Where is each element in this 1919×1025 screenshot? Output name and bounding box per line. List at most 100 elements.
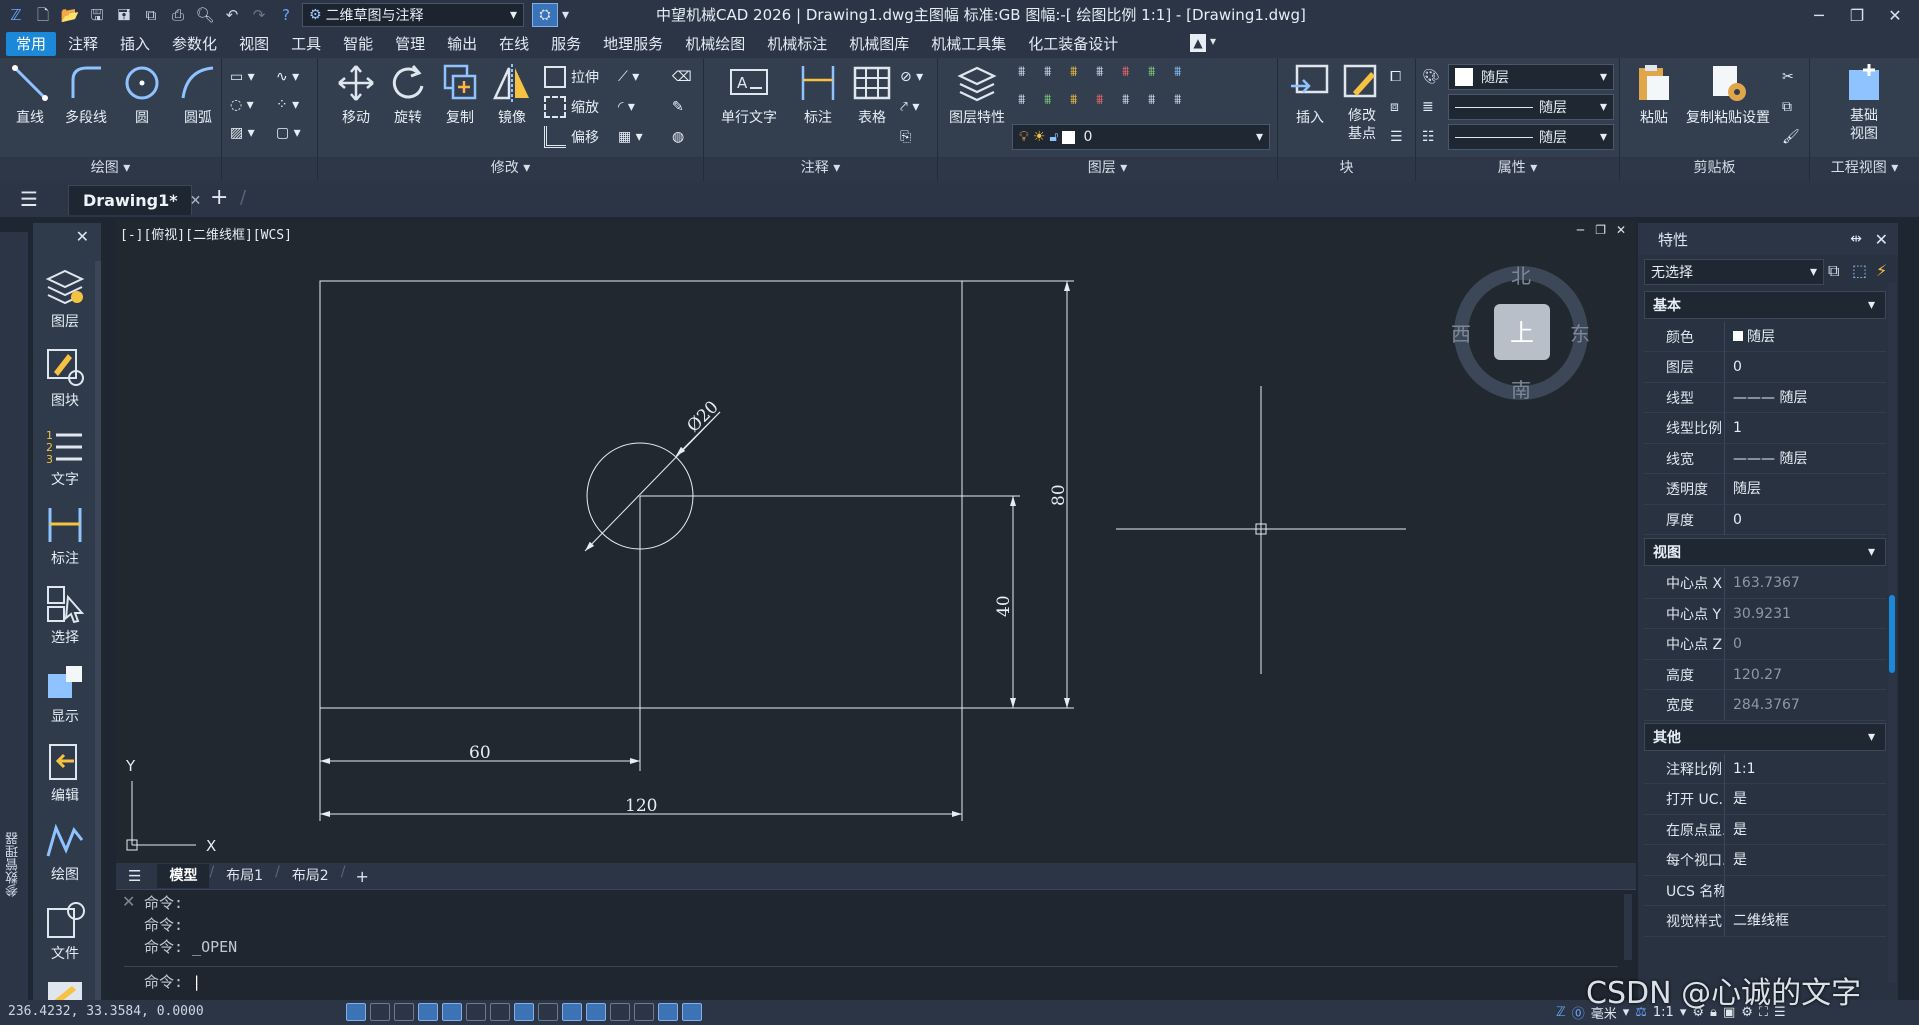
panel-close-icon[interactable]: ✕	[1875, 230, 1888, 249]
compass-south[interactable]: 南	[1511, 378, 1531, 402]
property-value[interactable]: 0	[1724, 352, 1886, 382]
property-row[interactable]: 线型 ——— 随层	[1644, 382, 1886, 413]
menu-tab[interactable]: 注释	[58, 32, 108, 56]
match-brush-icon[interactable]: 🖌︎	[1782, 124, 1800, 150]
property-value[interactable]: 30.9231	[1724, 598, 1886, 629]
print-icon[interactable]: ⎙	[166, 4, 190, 26]
polyline-button[interactable]: 多段线	[58, 62, 114, 127]
isolate-objects-icon[interactable]	[682, 1003, 702, 1021]
open-file-icon[interactable]: 📂	[58, 4, 82, 26]
menu-tab[interactable]: 插入	[110, 32, 160, 56]
layer-tool-icon[interactable]: ⩩	[1044, 64, 1068, 90]
layer-tool-icon[interactable]: ⩩	[1044, 92, 1068, 118]
properties-section-header[interactable]: 基本 ▾	[1644, 291, 1886, 319]
stretch-button[interactable]: 拉伸	[544, 64, 599, 90]
undo-icon[interactable]: ↶	[220, 4, 244, 26]
help-icon[interactable]: ?	[274, 4, 298, 26]
layout-menu-icon[interactable]: ☰	[128, 867, 141, 885]
save-as-icon[interactable]: 🖬	[112, 4, 136, 26]
property-row[interactable]: 中心点 X 163.7367	[1644, 568, 1886, 599]
parameter-manager-tab[interactable]: 参数管理器	[4, 832, 24, 897]
layer-tool-icon[interactable]: ⩩	[1174, 92, 1198, 118]
rectangle-icon[interactable]: ▭ ▾	[230, 64, 255, 90]
property-row[interactable]: 视觉样式 二维线框	[1644, 906, 1886, 937]
attr-list-icon[interactable]: ☰	[1390, 124, 1403, 150]
menu-tab[interactable]: 常用	[6, 32, 57, 56]
region-icon[interactable]: ▢ ▾	[276, 120, 301, 146]
menu-tab[interactable]: 在线	[489, 32, 539, 56]
drawing-rectangle[interactable]	[319, 280, 963, 709]
toggle-pickadd-icon[interactable]: ⧉	[1828, 261, 1839, 281]
menu-tab[interactable]: 参数化	[162, 32, 227, 56]
property-value[interactable]: 163.7367	[1724, 568, 1886, 598]
object-snap-tracking-icon[interactable]	[466, 1003, 486, 1021]
command-scrollbar[interactable]	[1624, 894, 1632, 960]
menu-tab[interactable]: 视图	[229, 32, 279, 56]
polar-tracking-icon[interactable]	[418, 1003, 438, 1021]
array-icon[interactable]: ▦ ▾	[618, 124, 643, 150]
compass-east[interactable]: 东	[1570, 322, 1590, 346]
fillet-icon[interactable]: ◜ ▾	[618, 94, 635, 120]
explode-icon[interactable]: ✎	[672, 94, 684, 120]
edit-attr-icon[interactable]: ⧈	[1390, 94, 1399, 120]
palette-item[interactable]: 编辑	[37, 735, 93, 807]
property-value[interactable]: 0	[1724, 504, 1886, 535]
ribbon-minimize-icon[interactable]: ▲	[1190, 34, 1206, 52]
property-row[interactable]: 中心点 Z 0	[1644, 629, 1886, 660]
property-value[interactable]: 是	[1724, 784, 1886, 814]
copy-file-icon[interactable]: ⧉	[139, 4, 163, 26]
property-value[interactable]: 二维线框	[1724, 906, 1886, 936]
palette-close-icon[interactable]: ✕	[76, 227, 89, 246]
property-value[interactable]: ——— 随层	[1724, 443, 1886, 474]
layer-tool-icon[interactable]: ⩩	[1148, 92, 1172, 118]
palette-item[interactable]: 图块	[37, 340, 93, 412]
single-text-button[interactable]: A 单行文字	[712, 62, 786, 127]
menu-tab[interactable]: 管理	[385, 32, 435, 56]
layer-tool-icon[interactable]: ⩩	[1018, 64, 1042, 90]
color-dropdown[interactable]: 随层 ▾	[1448, 64, 1614, 90]
preview-icon[interactable]: 🔍︎	[193, 4, 217, 26]
linetype-dropdown[interactable]: 随层 ▾	[1448, 94, 1614, 120]
lineweight-icon[interactable]: ≣	[1422, 94, 1434, 120]
property-value[interactable]: 1:1	[1724, 753, 1886, 784]
document-tab[interactable]: Drawing1* ✕	[68, 185, 201, 215]
create-block-icon[interactable]: ⧠	[1390, 64, 1401, 90]
scale-button[interactable]: 缩放	[544, 94, 599, 120]
offset-button[interactable]: 偏移	[544, 124, 599, 150]
layout-tab[interactable]: 布局1	[214, 864, 275, 888]
coordinate-readout[interactable]: 236.4232, 33.3584, 0.0000	[8, 1004, 204, 1019]
close-icon[interactable]: ✕	[1876, 6, 1914, 25]
base-view-button[interactable]: 基础 视图	[1836, 62, 1892, 143]
mech-logo-icon[interactable]: ℤ	[1556, 1005, 1566, 1020]
copy-clip-icon[interactable]: ⧉	[1782, 94, 1792, 120]
property-row[interactable]: UCS 名称	[1644, 875, 1886, 906]
add-layout-icon[interactable]: +	[355, 867, 368, 886]
property-value[interactable]: 是	[1724, 845, 1886, 875]
property-row[interactable]: 线宽 ——— 随层	[1644, 443, 1886, 474]
new-file-icon[interactable]: 🗋	[31, 4, 55, 26]
command-close-icon[interactable]: ✕	[122, 892, 135, 911]
mark-icon[interactable]: ⎘	[900, 124, 911, 150]
lineweight-dropdown[interactable]: 随层 ▾	[1448, 124, 1614, 150]
property-row[interactable]: 注释比例 1:1	[1644, 753, 1886, 784]
ribbon-options-icon[interactable]: ▾	[1210, 34, 1216, 48]
app-logo-icon[interactable]: ℤ	[4, 4, 28, 26]
close-tab-icon[interactable]: ✕	[190, 193, 202, 209]
selection-cycling-icon[interactable]	[586, 1003, 606, 1021]
viewcube-top-label[interactable]: 上	[1510, 319, 1534, 347]
table-button[interactable]: 表格	[844, 62, 900, 127]
panel-pin-icon[interactable]: ⇹	[1850, 231, 1862, 247]
insert-block-button[interactable]: 插入	[1282, 62, 1338, 127]
property-row[interactable]: 厚度 0	[1644, 504, 1886, 535]
linetype-icon[interactable]: ☷	[1422, 124, 1435, 150]
property-value[interactable]: 是	[1724, 814, 1886, 845]
workspace-select[interactable]: ⚙ 二维草图与注释 ▾	[302, 3, 524, 27]
menu-tab[interactable]: 机械标注	[757, 32, 837, 56]
property-row[interactable]: 宽度 284.3767	[1644, 690, 1886, 721]
match-properties-icon[interactable]: 🎨︎	[1422, 64, 1440, 90]
property-value[interactable]: ——— 随层	[1724, 382, 1886, 413]
dimension-button[interactable]: 标注	[790, 62, 846, 127]
menu-hamburger-icon[interactable]: ☰	[20, 187, 38, 211]
layer-tool-icon[interactable]: ⩩	[1096, 64, 1120, 90]
palette-item[interactable]: 绘图	[37, 814, 93, 886]
